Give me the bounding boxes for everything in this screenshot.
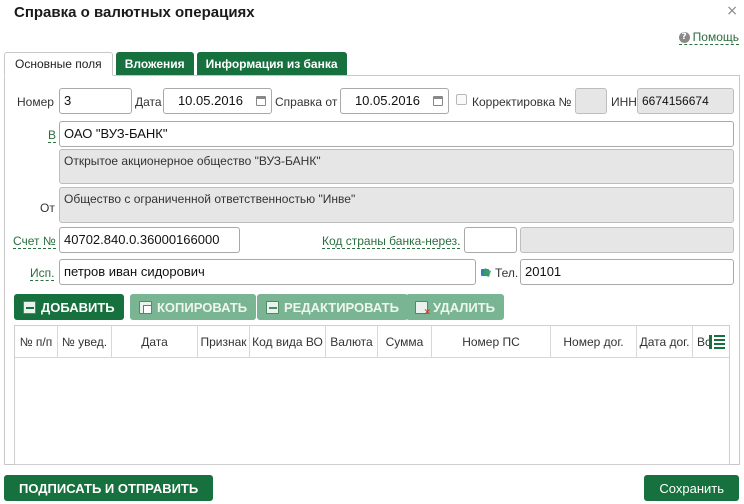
country-name-field bbox=[520, 227, 734, 253]
operations-grid: № п/п № увед. Дата Признак Код вида ВО В… bbox=[14, 325, 730, 465]
help-label: Помощь bbox=[692, 30, 739, 44]
executor-link[interactable]: Исп. bbox=[30, 266, 55, 281]
inn-label: ИНН bbox=[611, 95, 637, 109]
col-header-sign[interactable]: Признак bbox=[198, 326, 250, 358]
column-settings-icon[interactable] bbox=[709, 335, 725, 349]
phone-icon bbox=[481, 268, 491, 277]
phone-input[interactable]: 20101 bbox=[520, 259, 734, 285]
country-code-link[interactable]: Код страны банка-нерез. bbox=[322, 234, 461, 249]
save-button[interactable]: Сохранить bbox=[644, 475, 739, 501]
col-header-index[interactable]: № п/п bbox=[15, 326, 58, 358]
to-bank-link[interactable]: В bbox=[48, 128, 57, 143]
sign-and-send-button[interactable]: ПОДПИСАТЬ И ОТПРАВИТЬ bbox=[4, 475, 214, 501]
tab-attachments[interactable]: Вложения bbox=[115, 52, 194, 76]
col-header-operation-code[interactable]: Код вида ВО bbox=[250, 326, 326, 358]
from-label: От bbox=[40, 201, 55, 215]
close-icon[interactable]: × bbox=[726, 2, 738, 20]
help-icon: ? bbox=[678, 32, 690, 43]
delete-button-label: УДАЛИТЬ bbox=[433, 299, 495, 315]
col-header-contract-number[interactable]: Номер дог. bbox=[551, 326, 637, 358]
delete-icon bbox=[415, 300, 431, 318]
inn-input: 6674156674 bbox=[637, 88, 734, 114]
ref-date-value: 10.05.2016 bbox=[354, 93, 421, 108]
col-header-amount[interactable]: Сумма bbox=[378, 326, 432, 358]
executor-input[interactable]: петров иван сидорович bbox=[59, 259, 476, 285]
copy-button[interactable]: КОПИРОВАТЬ bbox=[130, 294, 257, 320]
tab-bank-info[interactable]: Информация из банка bbox=[196, 52, 347, 76]
from-org-input: Общество с ограниченной ответственностью… bbox=[59, 187, 734, 223]
col-header-notice-number[interactable]: № увед. bbox=[58, 326, 112, 358]
date-label: Дата bbox=[135, 95, 162, 109]
tab-main-fields[interactable]: Основные поля bbox=[4, 52, 113, 76]
help-link[interactable]: ? Помощь bbox=[678, 30, 739, 45]
grid-header: № п/п № увед. Дата Признак Код вида ВО В… bbox=[15, 326, 729, 358]
copy-button-label: КОПИРОВАТЬ bbox=[157, 299, 248, 315]
edit-button[interactable]: РЕДАКТИРОВАТЬ bbox=[257, 294, 408, 320]
col-header-contract-date[interactable]: Дата дог. bbox=[637, 326, 693, 358]
copy-icon bbox=[139, 300, 152, 314]
edit-button-label: РЕДАКТИРОВАТЬ bbox=[284, 299, 399, 315]
grid-body bbox=[15, 358, 729, 464]
phone-label: Тел. bbox=[495, 266, 519, 280]
date-value: 10.05.2016 bbox=[177, 93, 244, 108]
add-icon bbox=[23, 300, 36, 314]
edit-icon bbox=[266, 300, 279, 314]
correction-label: Корректировка № bbox=[472, 95, 572, 109]
delete-button[interactable]: УДАЛИТЬ bbox=[406, 294, 504, 320]
correction-number-input[interactable] bbox=[575, 88, 607, 114]
main-fields-panel: Номер 3 Дата 10.05.2016 Справка от 10.05… bbox=[4, 75, 740, 465]
col-header-ps-number[interactable]: Номер ПС bbox=[432, 326, 551, 358]
ref-date-label: Справка от bbox=[275, 95, 338, 109]
to-bank-fullname: Открытое акционерное общество "ВУЗ-БАНК" bbox=[59, 149, 734, 184]
account-input[interactable]: 40702.840.0.36000166000 bbox=[59, 227, 240, 253]
col-header-currency[interactable]: Валюта bbox=[326, 326, 378, 358]
date-input[interactable]: 10.05.2016 bbox=[163, 88, 272, 114]
col-header-date[interactable]: Дата bbox=[112, 326, 198, 358]
tab-bar: Основные поля Вложения Информация из бан… bbox=[4, 52, 350, 76]
ref-date-input[interactable]: 10.05.2016 bbox=[340, 88, 449, 114]
number-input[interactable]: 3 bbox=[59, 88, 132, 114]
calendar-icon[interactable] bbox=[256, 96, 266, 106]
to-bank-input[interactable]: ОАО "ВУЗ-БАНК" bbox=[59, 121, 734, 147]
calendar-icon[interactable] bbox=[433, 96, 443, 106]
account-link[interactable]: Счет № bbox=[13, 234, 56, 249]
add-button[interactable]: ДОБАВИТЬ bbox=[14, 294, 124, 320]
correction-checkbox[interactable] bbox=[456, 94, 467, 105]
number-label: Номер bbox=[17, 95, 54, 109]
country-code-input[interactable] bbox=[464, 227, 517, 253]
add-button-label: ДОБАВИТЬ bbox=[41, 299, 115, 315]
dialog-title: Справка о валютных операциях bbox=[14, 4, 255, 21]
